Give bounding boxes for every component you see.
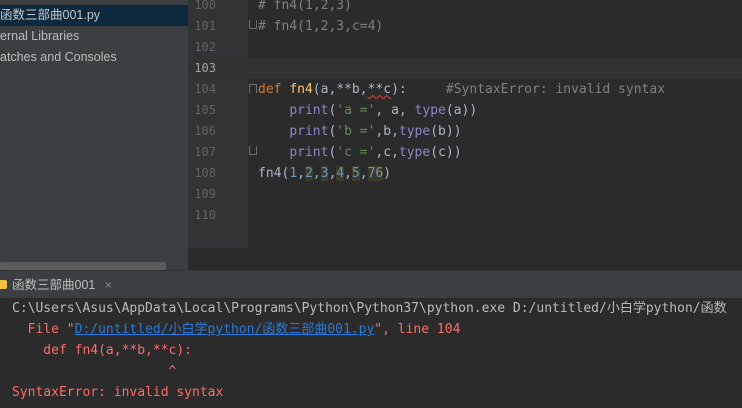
editor-bottom-area [188, 248, 742, 270]
line-number: 103 [194, 61, 216, 75]
line-number: 110 [194, 208, 216, 222]
tree-item-external-libraries-label: ernal Libraries [0, 29, 80, 43]
type-arg: (b) [430, 124, 454, 139]
line-number: 107 [194, 145, 216, 159]
line-number: 105 [194, 103, 216, 117]
project-tree-panel: 函数三部曲001.py ernal Libraries atches and C… [0, 0, 188, 270]
type-builtin: type [398, 124, 431, 139]
traceback-file-link[interactable]: D:/untitled/小白学python/函数三部曲001.py [75, 322, 375, 337]
current-line-highlight [188, 58, 742, 79]
traceback-suffix: ", line 104 [374, 322, 461, 337]
type-arg: (a) [445, 103, 470, 118]
run-console[interactable]: C:\Users\Asus\AppData\Local\Programs\Pyt… [0, 298, 742, 408]
type-builtin: type [398, 145, 431, 160]
tree-horizontal-scrollbar[interactable] [0, 262, 166, 270]
param-a: (a, [312, 82, 337, 97]
syntax-error-comment: #SyntaxError: invalid syntax [445, 82, 666, 97]
line-number: 108 [194, 166, 216, 180]
code-line-100: # fn4(1,2,3) [258, 0, 352, 13]
arg-number: 76 [367, 166, 384, 181]
line-number: 109 [194, 187, 216, 201]
line-number: 104 [194, 82, 216, 96]
type-builtin: type [414, 103, 446, 118]
console-traceback-file: File "D:/untitled/小白学python/函数三部曲001.py"… [12, 319, 461, 340]
string-literal: 'c =' [336, 145, 376, 160]
params-end: ): [391, 82, 407, 97]
python-file-icon [0, 280, 7, 289]
line-number: 102 [194, 40, 216, 54]
arg-number: 3 [320, 166, 329, 181]
print-builtin: print [289, 145, 329, 160]
console-traceback-code: def fn4(a,**b,**c): [12, 343, 193, 358]
code-line-101: # fn4(1,2,3,c=4) [258, 19, 384, 34]
close-icon[interactable]: × [105, 278, 112, 292]
code-line-104: def fn4(a,**b,**c): #SyntaxError: invali… [258, 79, 665, 100]
arg-number: 1 [289, 166, 298, 181]
code-line-105: print('a =', a, type(a)) [289, 103, 478, 118]
run-tab[interactable]: 函数三部曲001 × [0, 271, 120, 299]
fold-start-icon[interactable] [249, 84, 257, 93]
tree-item-file-label: 函数三部曲001.py [0, 8, 101, 22]
fold-end-icon[interactable] [249, 146, 257, 155]
line-number: 100 [194, 0, 216, 12]
tree-item-scratches-label: atches and Consoles [0, 50, 117, 64]
traceback-prefix: File " [12, 322, 75, 337]
string-literal: 'b =' [336, 124, 376, 139]
console-traceback-caret: ^ [12, 364, 177, 379]
def-keyword: def [258, 82, 282, 97]
tree-item-file[interactable]: 函数三部曲001.py [0, 5, 188, 26]
args-text: ,c, [375, 145, 399, 160]
print-builtin: print [289, 124, 329, 139]
line-number: 101 [194, 19, 216, 33]
line-number: 106 [194, 124, 216, 138]
console-error-message: SyntaxError: invalid syntax [12, 385, 224, 400]
function-name: fn4 [289, 82, 313, 97]
param-b: **b, [336, 82, 368, 97]
run-tab-bar: 函数三部曲001 × [0, 270, 742, 299]
arg-number: 5 [351, 166, 360, 181]
arg-number: 2 [304, 166, 313, 181]
print-builtin: print [289, 103, 329, 118]
code-line-106: print('b =',b,type(b)) [289, 124, 462, 139]
console-command-line: C:\Users\Asus\AppData\Local\Programs\Pyt… [12, 301, 727, 316]
tree-item-external-libraries[interactable]: ernal Libraries [0, 26, 79, 47]
code-line-107: print('c =',c,type(c)) [289, 145, 462, 160]
args-text: , a, [375, 103, 415, 118]
arg-number: 4 [336, 166, 345, 181]
code-line-108: fn4(1,2,3,4,5,76) [258, 166, 392, 181]
run-tab-label: 函数三部曲001 [12, 278, 96, 292]
param-c-error: **c [367, 82, 392, 97]
fold-end-icon[interactable] [249, 20, 257, 29]
args-text: ,b, [375, 124, 399, 139]
tree-item-scratches[interactable]: atches and Consoles [0, 47, 117, 68]
string-literal: 'a =' [336, 103, 376, 118]
type-arg: (c) [430, 145, 454, 160]
call-name: fn4 [258, 166, 282, 181]
